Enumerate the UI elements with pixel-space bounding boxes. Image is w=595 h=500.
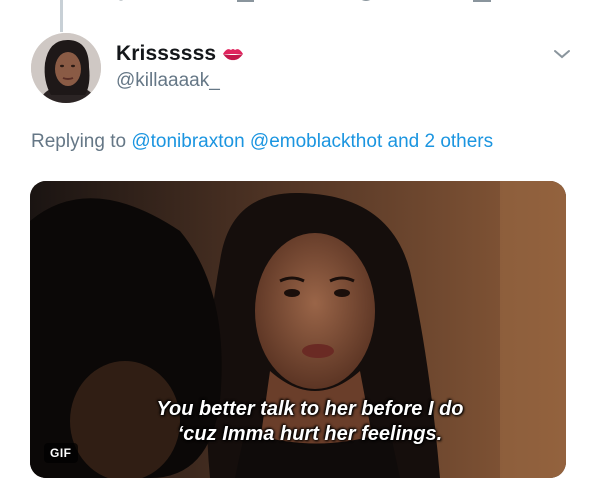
reply-icon[interactable] — [114, 0, 128, 4]
user-handle[interactable]: @killaaaak_ — [116, 70, 220, 92]
gif-badge: GIF — [44, 443, 78, 463]
mention-link[interactable]: @tonibraxton — [131, 131, 244, 152]
avatar[interactable] — [31, 33, 101, 103]
previous-tweet-actions — [0, 0, 595, 12]
mention-link[interactable]: @emoblackthot — [250, 131, 382, 152]
replying-to-line: Replying to @tonibraxton @emoblackthot a… — [31, 131, 493, 153]
share-icon[interactable] — [472, 0, 492, 4]
lips-kiss-icon — [223, 49, 244, 61]
others-link[interactable]: and 2 others — [388, 131, 494, 152]
author-name-row: Krissssss — [116, 42, 244, 66]
replying-prefix: Replying to — [31, 131, 127, 152]
chevron-down-icon[interactable] — [553, 48, 571, 60]
gif-media[interactable]: You better talk to her before I do ‘cuz … — [30, 181, 566, 478]
like-icon[interactable] — [356, 0, 376, 4]
display-name[interactable]: Krissssss — [116, 42, 216, 66]
gif-caption-line: ‘cuz Imma hurt her feelings. — [177, 423, 443, 445]
retweet-icon[interactable] — [236, 0, 256, 4]
gif-caption-line: You better talk to her before I do — [156, 398, 464, 420]
